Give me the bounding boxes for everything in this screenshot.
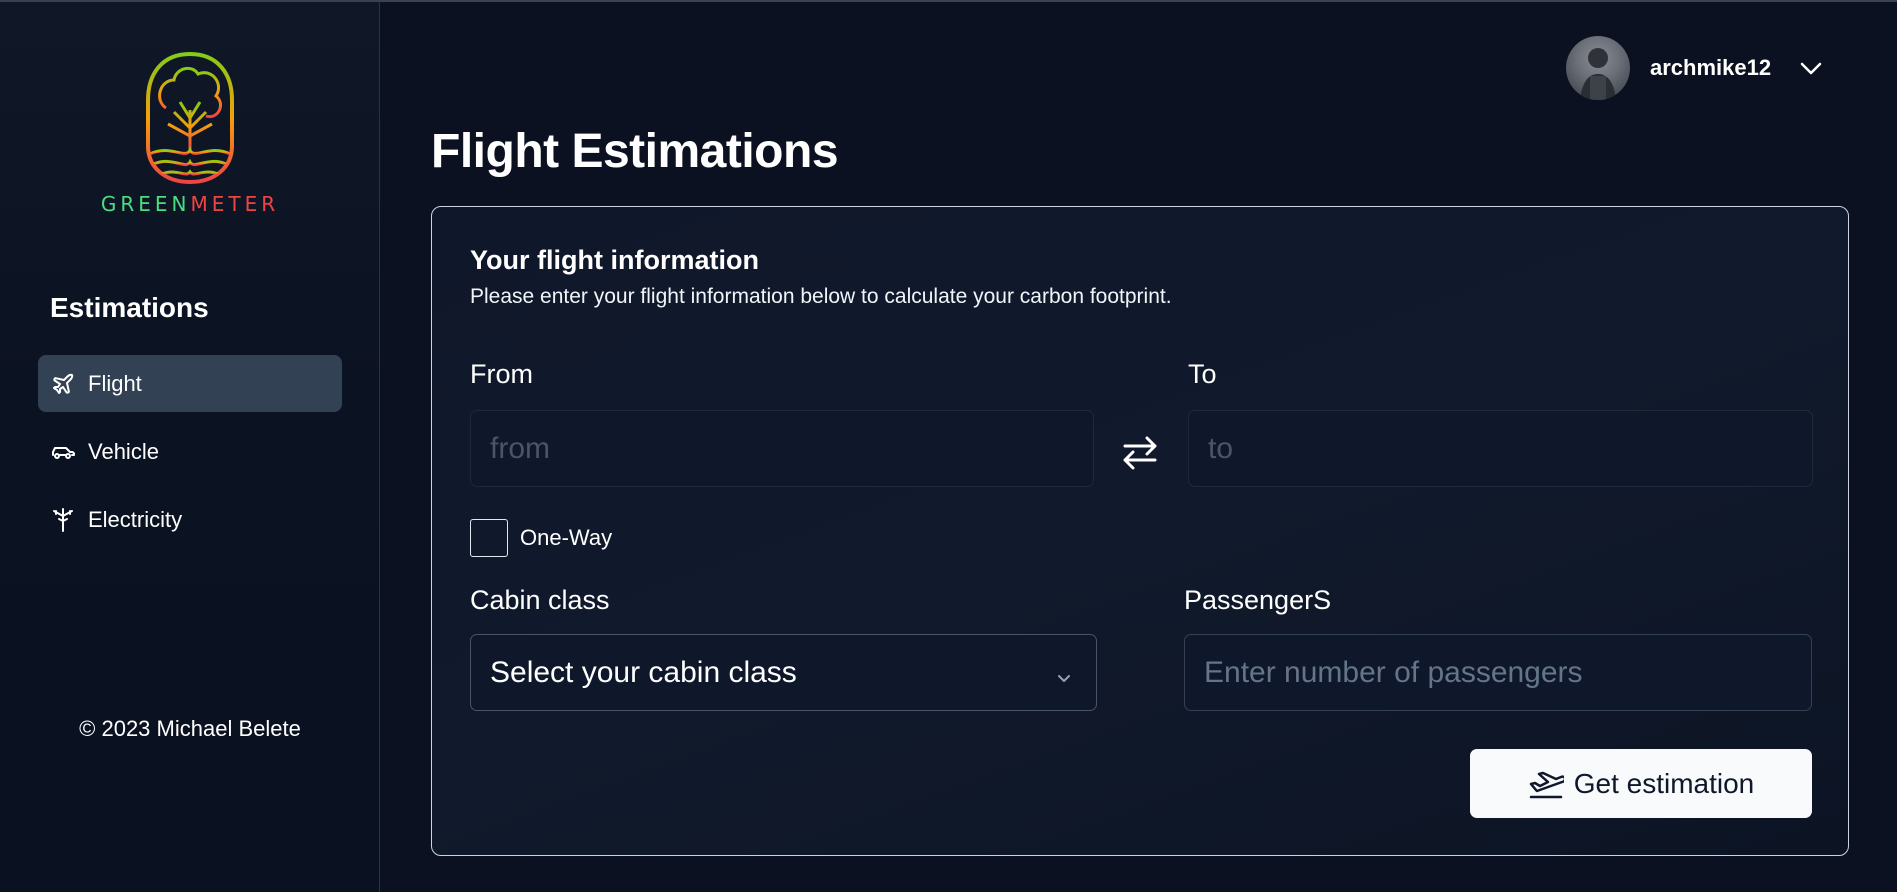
chevron-down-icon <box>1054 662 1074 696</box>
sidebar-item-label: Vehicle <box>88 438 159 464</box>
avatar-photo <box>1580 48 1616 100</box>
plane-takeoff-icon <box>1528 768 1564 800</box>
chevron-down-icon[interactable] <box>1797 54 1825 82</box>
sidebar-item-vehicle[interactable]: Vehicle <box>38 423 342 480</box>
to-label: To <box>1188 359 1217 389</box>
sidebar: GREENMETER Estimations Flight Vehicle El… <box>0 2 380 892</box>
to-placeholder: to <box>1208 431 1234 465</box>
cabin-class-label: Cabin class <box>470 585 610 615</box>
one-way-label[interactable]: One-Way <box>520 525 612 551</box>
get-estimation-label: Get estimation <box>1573 767 1755 799</box>
greenmeter-logo[interactable]: GREENMETER <box>95 50 285 220</box>
logo-text-green: GREEN <box>100 192 191 216</box>
swap-icon[interactable] <box>1115 427 1165 477</box>
copyright: © 2023 Michael Belete <box>79 716 301 741</box>
sidebar-item-electricity[interactable]: Electricity <box>38 491 342 548</box>
logo-text-red: METER <box>190 192 280 216</box>
form-title: Your flight information <box>470 245 759 275</box>
cabin-class-select[interactable]: Select your cabin class <box>470 634 1097 711</box>
car-icon <box>50 439 76 465</box>
one-way-checkbox[interactable] <box>470 519 508 557</box>
passengers-label: PassengerS <box>1184 585 1332 615</box>
from-label: From <box>470 359 533 389</box>
from-input[interactable]: from <box>470 410 1094 487</box>
tree-logo-icon <box>146 51 234 185</box>
get-estimation-button[interactable]: Get estimation <box>1470 749 1812 818</box>
plane-icon <box>50 371 76 397</box>
cabin-class-value: Select your cabin class <box>490 655 797 689</box>
avatar[interactable] <box>1566 36 1630 100</box>
flight-form-card: Your flight information Please enter you… <box>431 206 1849 856</box>
sidebar-item-label: Electricity <box>88 506 183 532</box>
page-title: Flight Estimations <box>431 125 839 178</box>
passengers-input[interactable]: Enter number of passengers <box>1184 634 1812 711</box>
sidebar-heading: Estimations <box>50 292 209 323</box>
sidebar-item-label: Flight <box>88 370 142 396</box>
logo-wordmark: GREENMETER <box>95 192 285 216</box>
sidebar-item-flight[interactable]: Flight <box>38 355 342 412</box>
form-subtitle: Please enter your flight information bel… <box>470 285 1172 308</box>
username[interactable]: archmike12 <box>1650 55 1771 81</box>
to-input[interactable]: to <box>1188 410 1813 487</box>
user-menu[interactable]: archmike12 <box>1566 36 1825 100</box>
power-tower-icon <box>50 507 76 533</box>
passengers-placeholder: Enter number of passengers <box>1204 655 1583 689</box>
from-placeholder: from <box>490 431 550 465</box>
